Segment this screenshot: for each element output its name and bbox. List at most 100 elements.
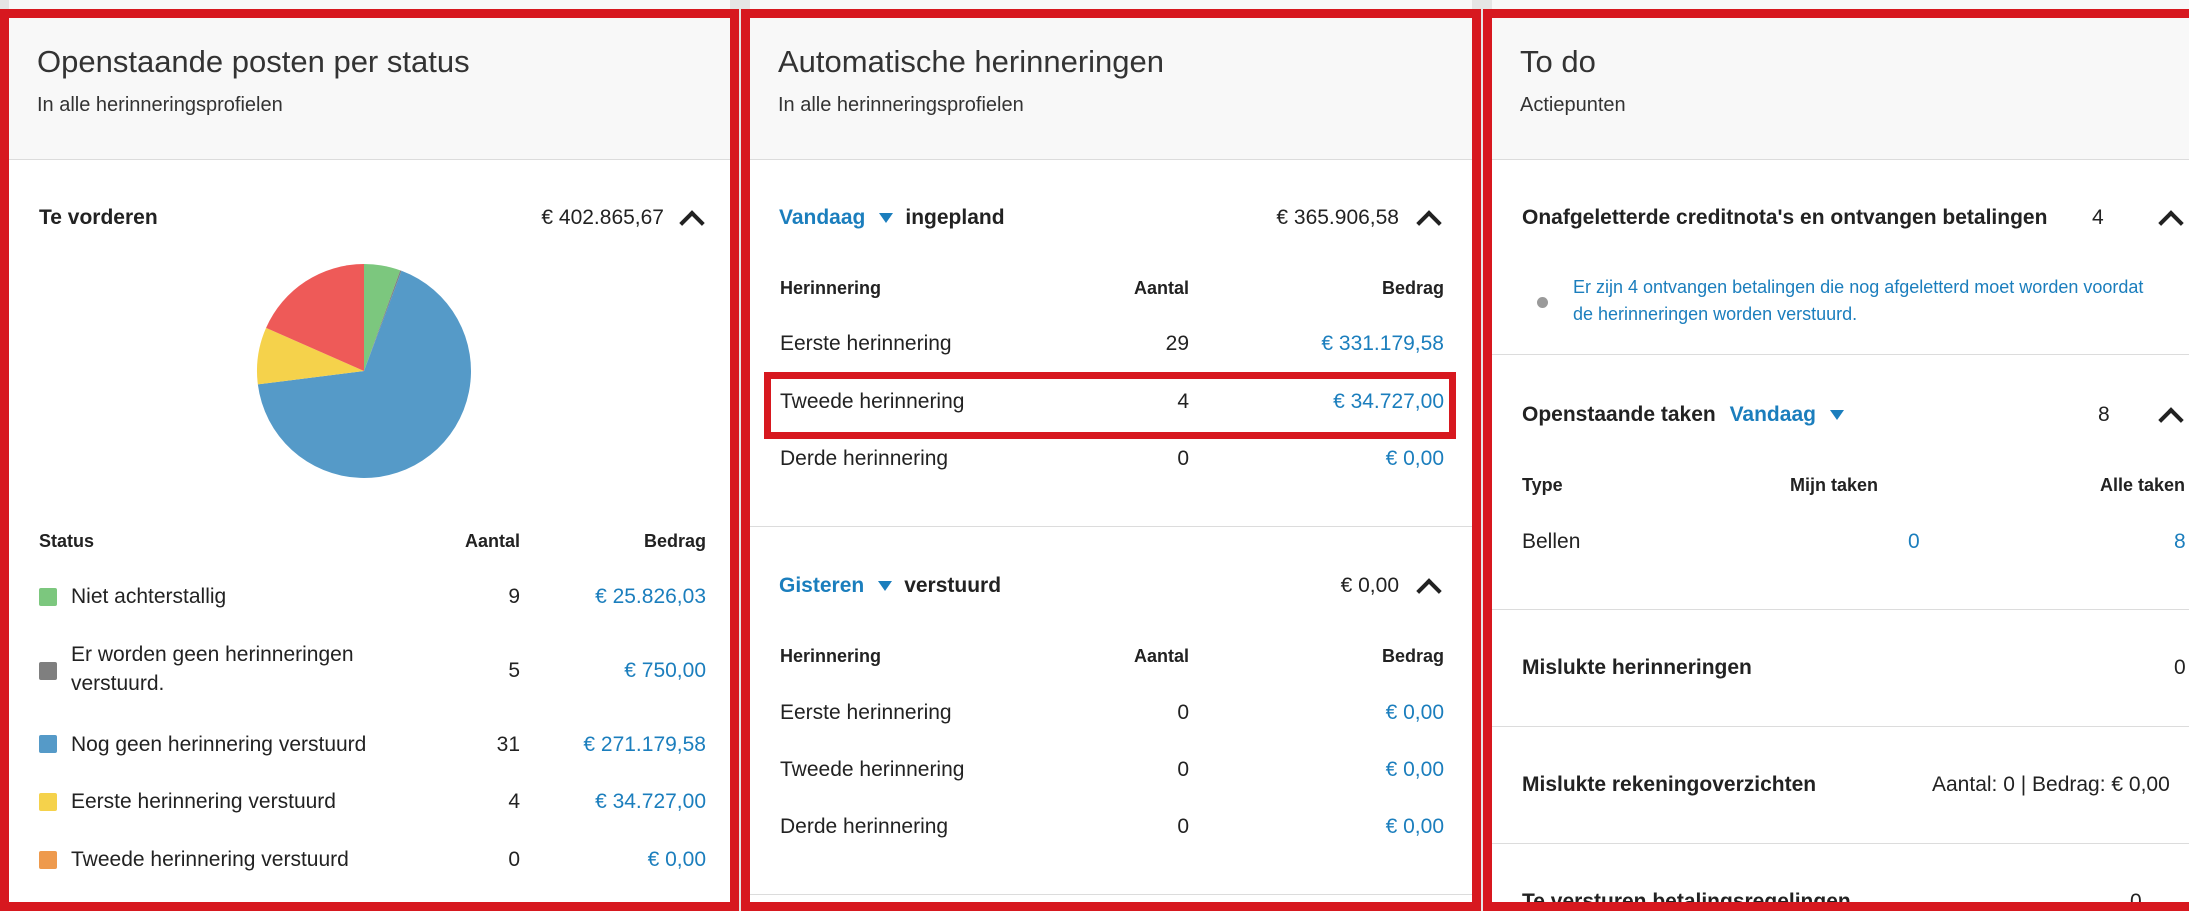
reminder-label: Tweede herinnering	[780, 390, 965, 413]
reminder-count: 0	[1177, 815, 1189, 838]
tasks-count: 8	[2098, 403, 2110, 426]
col-mine-header: Mijn taken	[1789, 475, 1878, 495]
section-title: Te vorderen	[39, 206, 158, 229]
failed-reminders-title: Mislukte herinneringen	[1522, 656, 1752, 679]
panel-subtitle: In alle herinneringsprofielen	[37, 94, 283, 116]
failed-statements-title: Mislukte rekeningoverzichten	[1522, 773, 1817, 796]
legend-swatch	[39, 588, 57, 606]
legend-swatch	[39, 793, 57, 811]
failed-reminders-value: 0	[2174, 656, 2186, 679]
status-count: 9	[508, 585, 520, 608]
reminder-amount-link[interactable]: € 0,00	[1386, 701, 1444, 725]
status-count: 31	[496, 733, 520, 756]
section-divider	[750, 526, 1472, 527]
reminder-amount-link[interactable]: € 331.179,58	[1321, 332, 1444, 356]
panel-subtitle: Actiepunten	[1520, 94, 1626, 116]
section-divider	[1492, 609, 2189, 610]
col-amount-header: Bedrag	[1381, 646, 1444, 666]
col-count-header: Aantal	[1133, 646, 1189, 666]
status-amount-link[interactable]: € 34.727,00	[595, 790, 706, 814]
caret-down-icon[interactable]	[878, 581, 893, 592]
status-amount-link[interactable]: € 750,00	[624, 659, 706, 683]
payment-plans-title: Te versturen betalingsregelingen	[1522, 890, 1851, 911]
reminder-amount-link[interactable]: € 0,00	[1386, 758, 1444, 782]
reminder-label: Tweede herinnering	[780, 758, 965, 781]
col-status-header: Status	[39, 531, 95, 551]
panel-header: To do Actiepunten	[1492, 0, 2189, 160]
status-label: Tweede herinnering verstuurd	[71, 848, 349, 871]
status-amount-link[interactable]: € 271.179,58	[583, 733, 706, 757]
panel-open-items-by-status: Openstaande posten per status In alle he…	[9, 0, 730, 911]
collapse-chevron-up-icon[interactable]	[2158, 210, 2184, 236]
unmatched-title: Onafgeletterde creditnota's en ontvangen…	[1522, 206, 2048, 229]
status-label-line2: verstuurd.	[71, 672, 165, 695]
sent-header: Gisteren verstuurd	[779, 574, 1001, 598]
payment-plans-value: 0	[2130, 890, 2142, 911]
reminder-count: 29	[1165, 332, 1189, 355]
panel-to-do: To do Actiepunten Onafgeletterde creditn…	[1492, 0, 2189, 911]
status-label: Niet achterstallig	[71, 585, 227, 608]
status-amount-link[interactable]: € 25.826,03	[595, 585, 706, 609]
collapse-chevron-up-icon[interactable]	[2158, 407, 2184, 433]
section-total: € 0,00	[1340, 574, 1399, 597]
col-count-header: Aantal	[1133, 278, 1189, 298]
status-count: 5	[508, 659, 520, 682]
reminder-count: 4	[1177, 390, 1189, 413]
reminder-label: Eerste herinnering	[780, 701, 952, 724]
reminder-count: 0	[1177, 701, 1189, 724]
panel-automatic-reminders: Automatische herinneringen In alle herin…	[750, 0, 1472, 911]
panel-title: Automatische herinneringen	[778, 44, 1165, 79]
collapse-chevron-up-icon[interactable]	[1416, 210, 1442, 236]
reminder-count: 0	[1177, 447, 1189, 470]
status-count: 0	[508, 848, 520, 871]
state-label: verstuurd	[904, 574, 1002, 597]
reminder-amount-link[interactable]: € 0,00	[1386, 447, 1444, 471]
unmatched-message-link-line2[interactable]: de herinneringen worden verstuurd.	[1573, 304, 1857, 325]
caret-down-icon[interactable]	[879, 213, 894, 224]
reminder-label: Eerste herinnering	[780, 332, 952, 355]
status-count: 4	[508, 790, 520, 813]
legend-swatch	[39, 662, 57, 680]
panel-title: Openstaande posten per status	[37, 44, 470, 79]
status-amount-link[interactable]: € 0,00	[648, 848, 706, 872]
reminder-amount-link[interactable]: € 34.727,00	[1333, 390, 1444, 414]
my-tasks-link[interactable]: 0	[1908, 530, 1920, 554]
legend-swatch	[39, 735, 57, 753]
col-amount-header: Bedrag	[1381, 278, 1444, 298]
state-label: ingepland	[905, 206, 1005, 229]
col-type-header: Type	[1522, 475, 1563, 495]
section-divider	[1492, 726, 2189, 727]
status-pie-chart	[257, 264, 471, 478]
panel-header: Automatische herinneringen In alle herin…	[750, 0, 1472, 160]
all-tasks-link[interactable]: 8	[2174, 530, 2186, 554]
col-count-header: Aantal	[464, 531, 520, 551]
period-dropdown[interactable]: Vandaag	[1730, 403, 1816, 426]
section-divider	[1492, 354, 2189, 355]
collapse-chevron-up-icon[interactable]	[1416, 578, 1442, 604]
period-dropdown[interactable]: Vandaag	[779, 206, 865, 229]
section-total: € 365.906,58	[1276, 206, 1399, 229]
caret-down-icon[interactable]	[1829, 410, 1844, 421]
col-all-header: Alle taken	[2099, 475, 2185, 495]
bullet-dot-icon	[1537, 297, 1548, 308]
panel-subtitle: In alle herinneringsprofielen	[778, 94, 1024, 116]
collapse-chevron-up-icon[interactable]	[679, 210, 705, 236]
unmatched-count: 4	[2092, 206, 2104, 229]
tasks-header: Openstaande taken Vandaag	[1522, 403, 1856, 427]
period-dropdown[interactable]: Gisteren	[779, 574, 864, 597]
panel-title: To do	[1520, 44, 1596, 79]
tasks-title: Openstaande taken	[1522, 403, 1716, 426]
reminder-label: Derde herinnering	[780, 815, 949, 838]
reminder-amount-link[interactable]: € 0,00	[1386, 815, 1444, 839]
col-amount-header: Bedrag	[643, 531, 706, 551]
col-reminder-header: Herinnering	[780, 278, 882, 298]
legend-swatch	[39, 851, 57, 869]
task-type: Bellen	[1522, 530, 1581, 553]
failed-statements-value: Aantal: 0 | Bedrag: € 0,00	[1932, 773, 2170, 796]
unmatched-message-link[interactable]: Er zijn 4 ontvangen betalingen die nog a…	[1573, 277, 2143, 298]
scheduled-header: Vandaag ingepland	[779, 206, 1005, 230]
col-reminder-header: Herinnering	[780, 646, 882, 666]
status-label: Er worden geen herinneringen	[71, 643, 354, 666]
status-label: Eerste herinnering verstuurd	[71, 790, 336, 813]
section-divider	[750, 894, 1472, 895]
